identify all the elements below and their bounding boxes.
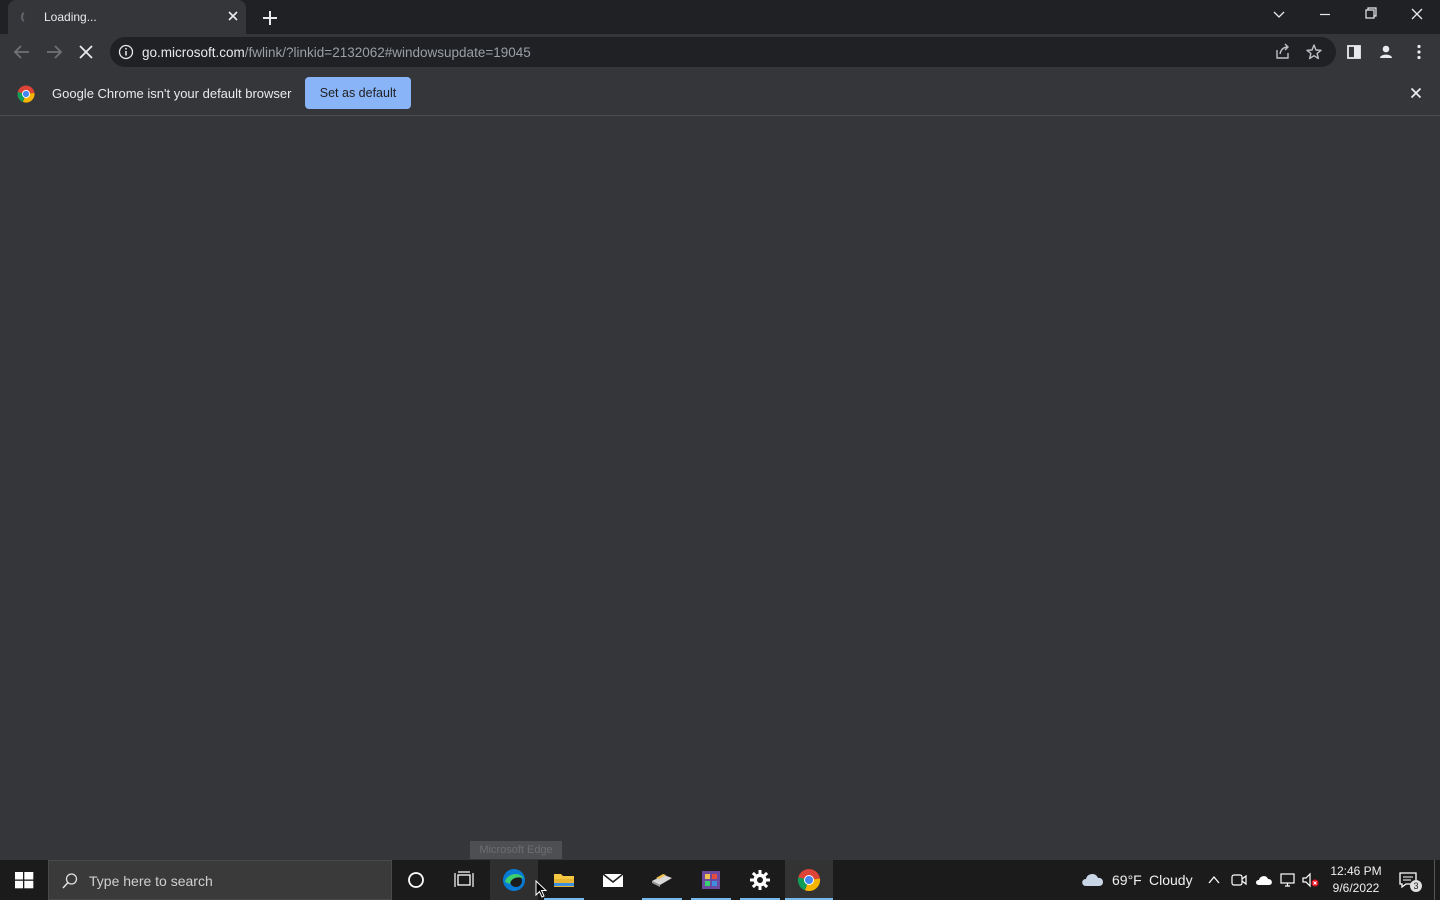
- taskbar-mail[interactable]: [589, 860, 637, 900]
- wifi-network-icon[interactable]: [1278, 871, 1298, 889]
- task-view-icon: [454, 871, 474, 887]
- address-bar[interactable]: go.microsoft.com/fwlink/?linkid=2132062#…: [110, 37, 1336, 67]
- windows-icon: [15, 872, 34, 889]
- mail-icon: [602, 873, 624, 887]
- cloud-icon[interactable]: [1080, 870, 1106, 890]
- edge-icon: [503, 869, 525, 891]
- gear-icon: [750, 870, 770, 890]
- cortana-button[interactable]: [392, 860, 440, 900]
- file-explorer-icon: [554, 874, 574, 887]
- task-view-button[interactable]: [440, 860, 488, 900]
- mouse-cursor: [535, 880, 547, 898]
- window-close-icon[interactable]: [1394, 0, 1440, 30]
- meet-now-icon[interactable]: [1230, 872, 1248, 888]
- chrome-logo: [17, 85, 35, 103]
- search-icon: [62, 873, 78, 889]
- tab-title: Loading...: [44, 10, 97, 24]
- taskbar-chrome[interactable]: [785, 860, 833, 900]
- info-icon[interactable]: [118, 44, 134, 60]
- default-browser-infobar: Google Chrome isn't your default browser…: [0, 70, 1440, 116]
- notification-count-badge: 3: [1410, 880, 1422, 892]
- windows-taskbar: Type here to search 69°F Cloudy 12:46 PM…: [0, 860, 1440, 900]
- share-icon[interactable]: [1268, 38, 1296, 66]
- edge-tooltip: Microsoft Edge: [470, 841, 562, 859]
- infobar-close-icon[interactable]: [1407, 84, 1425, 102]
- tab-search-chevron-down-icon[interactable]: [1256, 0, 1302, 30]
- taskbar-search-box[interactable]: Type here to search: [48, 860, 392, 900]
- restore-icon[interactable]: [1348, 0, 1394, 30]
- menu-dots-icon[interactable]: [1405, 38, 1433, 66]
- url-host: go.microsoft.com: [142, 45, 245, 60]
- toolbar: go.microsoft.com/fwlink/?linkid=2132062#…: [0, 34, 1440, 70]
- page-content: [0, 116, 1440, 860]
- side-panel-icon[interactable]: [1340, 38, 1368, 66]
- weather-temperature[interactable]: 69°F: [1112, 872, 1142, 888]
- tab-close-icon[interactable]: [224, 7, 242, 25]
- star-icon[interactable]: [1300, 38, 1328, 66]
- taskbar-settings[interactable]: [736, 860, 784, 900]
- action-center-button[interactable]: 3: [1394, 860, 1426, 900]
- search-placeholder: Type here to search: [89, 873, 213, 889]
- clock-date: 9/6/2022: [1332, 881, 1380, 895]
- back-arrow-icon[interactable]: [8, 38, 36, 66]
- minimize-icon[interactable]: [1302, 0, 1348, 30]
- weather-description[interactable]: Cloudy: [1149, 872, 1193, 888]
- app-icon: [652, 874, 672, 887]
- spinner-icon: [21, 10, 35, 24]
- speaker-muted-icon[interactable]: [1301, 871, 1321, 889]
- chrome-icon: [797, 869, 821, 892]
- system-clock[interactable]: 12:46 PM 9/6/2022: [1328, 863, 1384, 897]
- cortana-icon: [408, 872, 424, 888]
- stop-icon[interactable]: [72, 38, 100, 66]
- set-as-default-button[interactable]: Set as default: [305, 77, 411, 109]
- onedrive-icon[interactable]: [1254, 872, 1274, 888]
- profile-icon[interactable]: [1372, 38, 1400, 66]
- new-tab-plus-icon[interactable]: [258, 6, 282, 30]
- url-text: go.microsoft.com/fwlink/?linkid=2132062#…: [142, 45, 531, 60]
- show-desktop-button[interactable]: [1434, 860, 1440, 900]
- infobar-message: Google Chrome isn't your default browser: [52, 86, 292, 101]
- taskbar-edge[interactable]: [490, 860, 538, 900]
- tab-loading[interactable]: Loading...: [8, 0, 246, 34]
- taskbar-app-colorful[interactable]: [687, 860, 735, 900]
- chevron-up-icon[interactable]: [1206, 872, 1222, 888]
- taskbar-file-explorer[interactable]: [540, 860, 588, 900]
- url-path: /fwlink/?linkid=2132062#windowsupdate=19…: [244, 45, 531, 60]
- tab-strip: Loading...: [0, 0, 1440, 34]
- start-button[interactable]: [0, 860, 48, 900]
- app-icon: [702, 871, 720, 889]
- taskbar-app-scanner[interactable]: [638, 860, 686, 900]
- clock-time: 12:46 PM: [1330, 864, 1382, 878]
- forward-arrow-icon[interactable]: [40, 38, 68, 66]
